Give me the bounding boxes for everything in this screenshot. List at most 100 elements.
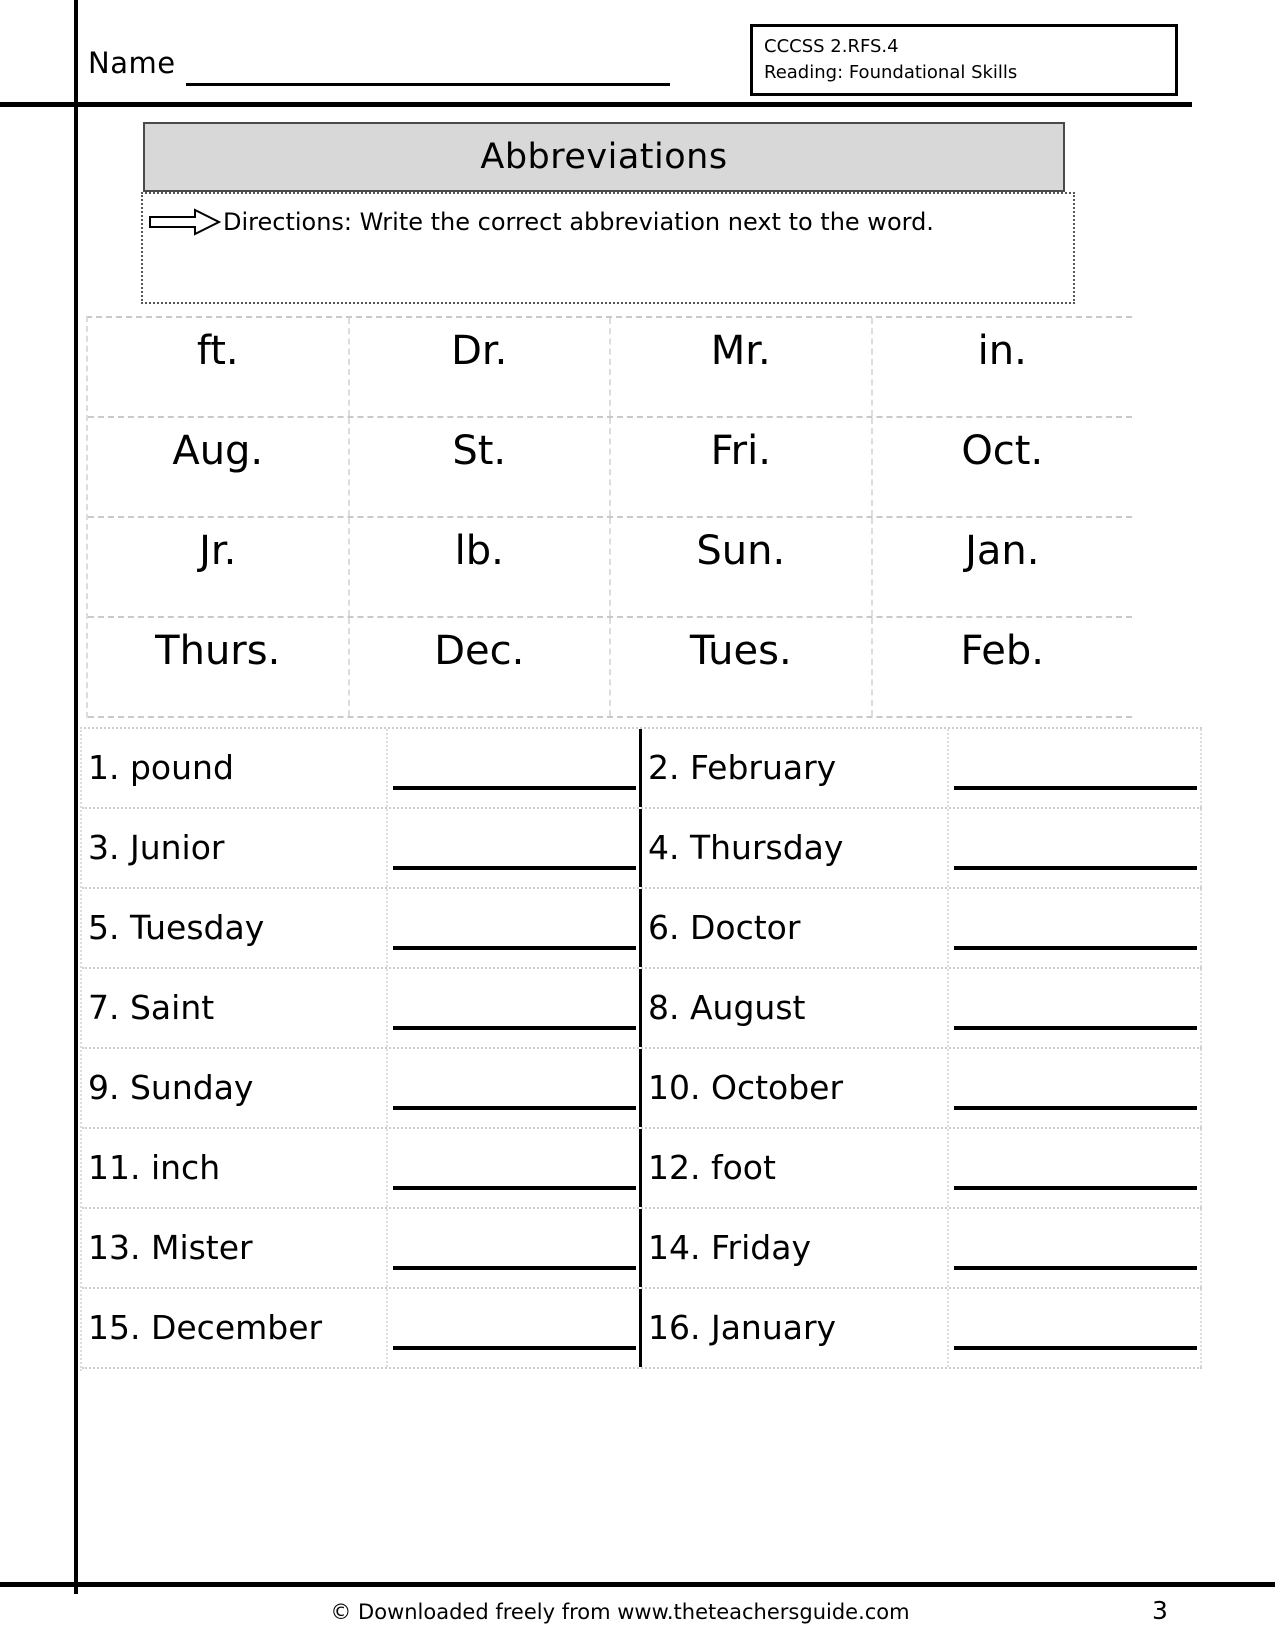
word-bank-cell: in. bbox=[873, 318, 1133, 416]
questions-table: 1. pound 2. February 3. Junior 4. Thursd… bbox=[80, 727, 1202, 1371]
word-bank-cell: Jan. bbox=[873, 518, 1133, 616]
answer-cell[interactable] bbox=[388, 729, 639, 807]
answer-cell[interactable] bbox=[949, 1049, 1200, 1127]
answer-write-line[interactable] bbox=[393, 866, 637, 870]
answer-cell[interactable] bbox=[949, 969, 1200, 1047]
question-prompt: 5. Tuesday bbox=[82, 889, 389, 967]
answer-cell[interactable] bbox=[949, 1209, 1200, 1287]
page-number: 3 bbox=[1152, 1596, 1168, 1625]
word-bank-word: ft. bbox=[196, 328, 239, 374]
question-cell: 5. Tuesday bbox=[82, 889, 642, 967]
question-prompt: 15. December bbox=[82, 1289, 389, 1367]
question-prompt: 12. foot bbox=[642, 1129, 949, 1207]
answer-write-line[interactable] bbox=[393, 1346, 637, 1350]
word-bank-word: Jan. bbox=[965, 528, 1040, 574]
question-cell: 14. Friday bbox=[642, 1209, 1202, 1287]
table-row: 15. December 16. January bbox=[82, 1289, 1202, 1369]
answer-cell[interactable] bbox=[388, 1289, 639, 1367]
question-text: 3. Junior bbox=[88, 828, 225, 867]
word-bank-cell: lb. bbox=[350, 518, 611, 616]
answer-write-line[interactable] bbox=[953, 946, 1197, 950]
answer-write-line[interactable] bbox=[953, 1266, 1197, 1270]
answer-write-line[interactable] bbox=[393, 946, 637, 950]
word-bank-cell: Sun. bbox=[611, 518, 873, 616]
word-bank-word: Feb. bbox=[960, 628, 1045, 674]
word-bank-cell: Fri. bbox=[611, 418, 873, 516]
word-bank-row: Jr. lb. Sun. Jan. bbox=[88, 518, 1132, 618]
question-cell: 15. December bbox=[82, 1289, 642, 1367]
word-bank-cell: Tues. bbox=[611, 618, 873, 716]
answer-cell[interactable] bbox=[388, 1049, 639, 1127]
answer-write-line[interactable] bbox=[953, 866, 1197, 870]
answer-cell[interactable] bbox=[388, 1209, 639, 1287]
table-row: 7. Saint 8. August bbox=[82, 969, 1202, 1049]
question-prompt: 14. Friday bbox=[642, 1209, 949, 1287]
answer-cell[interactable] bbox=[949, 809, 1200, 887]
question-prompt: 7. Saint bbox=[82, 969, 389, 1047]
page-title: Abbreviations bbox=[480, 137, 728, 177]
question-prompt: 10. October bbox=[642, 1049, 949, 1127]
question-cell: 3. Junior bbox=[82, 809, 642, 887]
answer-write-line[interactable] bbox=[393, 1106, 637, 1110]
answer-cell[interactable] bbox=[949, 1129, 1200, 1207]
arrow-right-icon bbox=[149, 208, 222, 236]
question-prompt: 6. Doctor bbox=[642, 889, 949, 967]
word-bank-cell: St. bbox=[350, 418, 611, 516]
word-bank-word: St. bbox=[452, 428, 507, 474]
word-bank-word: Thurs. bbox=[155, 628, 281, 674]
question-prompt: 8. August bbox=[642, 969, 949, 1047]
answer-write-line[interactable] bbox=[953, 1106, 1197, 1110]
footer-divider-rule bbox=[0, 1582, 1275, 1587]
footer-credit: © Downloaded freely from www.theteachers… bbox=[330, 1600, 910, 1624]
word-bank-cell: ft. bbox=[88, 318, 350, 416]
table-row: 13. Mister 14. Friday bbox=[82, 1209, 1202, 1289]
name-field[interactable]: Name bbox=[88, 46, 678, 92]
question-cell: 2. February bbox=[642, 729, 1202, 807]
word-bank-word: in. bbox=[977, 328, 1027, 374]
question-prompt: 16. January bbox=[642, 1289, 949, 1367]
answer-write-line[interactable] bbox=[953, 1186, 1197, 1190]
answer-write-line[interactable] bbox=[393, 1266, 637, 1270]
word-bank-word: lb. bbox=[454, 528, 504, 574]
question-text: 14. Friday bbox=[648, 1228, 811, 1267]
answer-cell[interactable] bbox=[388, 969, 639, 1047]
word-bank-row: Thurs. Dec. Tues. Feb. bbox=[88, 618, 1132, 718]
question-prompt: 4. Thursday bbox=[642, 809, 949, 887]
word-bank-row: ft. Dr. Mr. in. bbox=[88, 318, 1132, 418]
answer-write-line[interactable] bbox=[953, 1346, 1197, 1350]
standard-subject: Reading: Foundational Skills bbox=[764, 62, 1018, 83]
question-prompt: 3. Junior bbox=[82, 809, 389, 887]
word-bank-word: Tues. bbox=[689, 628, 792, 674]
question-text: 11. inch bbox=[88, 1148, 221, 1187]
answer-cell[interactable] bbox=[949, 729, 1200, 807]
answer-cell[interactable] bbox=[388, 889, 639, 967]
word-bank-word: Sun. bbox=[696, 528, 786, 574]
question-prompt: 9. Sunday bbox=[82, 1049, 389, 1127]
answer-write-line[interactable] bbox=[393, 1186, 637, 1190]
question-text: 10. October bbox=[648, 1068, 844, 1107]
question-text: 15. December bbox=[88, 1308, 323, 1347]
answer-cell[interactable] bbox=[388, 809, 639, 887]
answer-cell[interactable] bbox=[949, 1289, 1200, 1367]
table-row: 9. Sunday 10. October bbox=[82, 1049, 1202, 1129]
answer-write-line[interactable] bbox=[953, 786, 1197, 790]
answer-write-line[interactable] bbox=[953, 1026, 1197, 1030]
word-bank-row: Aug. St. Fri. Oct. bbox=[88, 418, 1132, 518]
answer-cell[interactable] bbox=[949, 889, 1200, 967]
word-bank-cell: Dec. bbox=[350, 618, 611, 716]
word-bank: ft. Dr. Mr. in. Aug. St. Fri. Oct. Jr. l… bbox=[86, 316, 1132, 718]
answer-cell[interactable] bbox=[388, 1129, 639, 1207]
word-bank-word: Jr. bbox=[199, 528, 237, 574]
answer-write-line[interactable] bbox=[393, 786, 637, 790]
question-text: 9. Sunday bbox=[88, 1068, 254, 1107]
standard-box: CCCSS 2.RFS.4 Reading: Foundational Skil… bbox=[750, 24, 1178, 96]
table-row: 1. pound 2. February bbox=[82, 729, 1202, 809]
word-bank-cell: Thurs. bbox=[88, 618, 350, 716]
question-prompt: 13. Mister bbox=[82, 1209, 389, 1287]
word-bank-word: Fri. bbox=[710, 428, 771, 474]
answer-write-line[interactable] bbox=[393, 1026, 637, 1030]
question-cell: 16. January bbox=[642, 1289, 1202, 1367]
name-write-line[interactable] bbox=[186, 83, 670, 86]
question-prompt: 11. inch bbox=[82, 1129, 389, 1207]
question-text: 12. foot bbox=[648, 1148, 776, 1187]
